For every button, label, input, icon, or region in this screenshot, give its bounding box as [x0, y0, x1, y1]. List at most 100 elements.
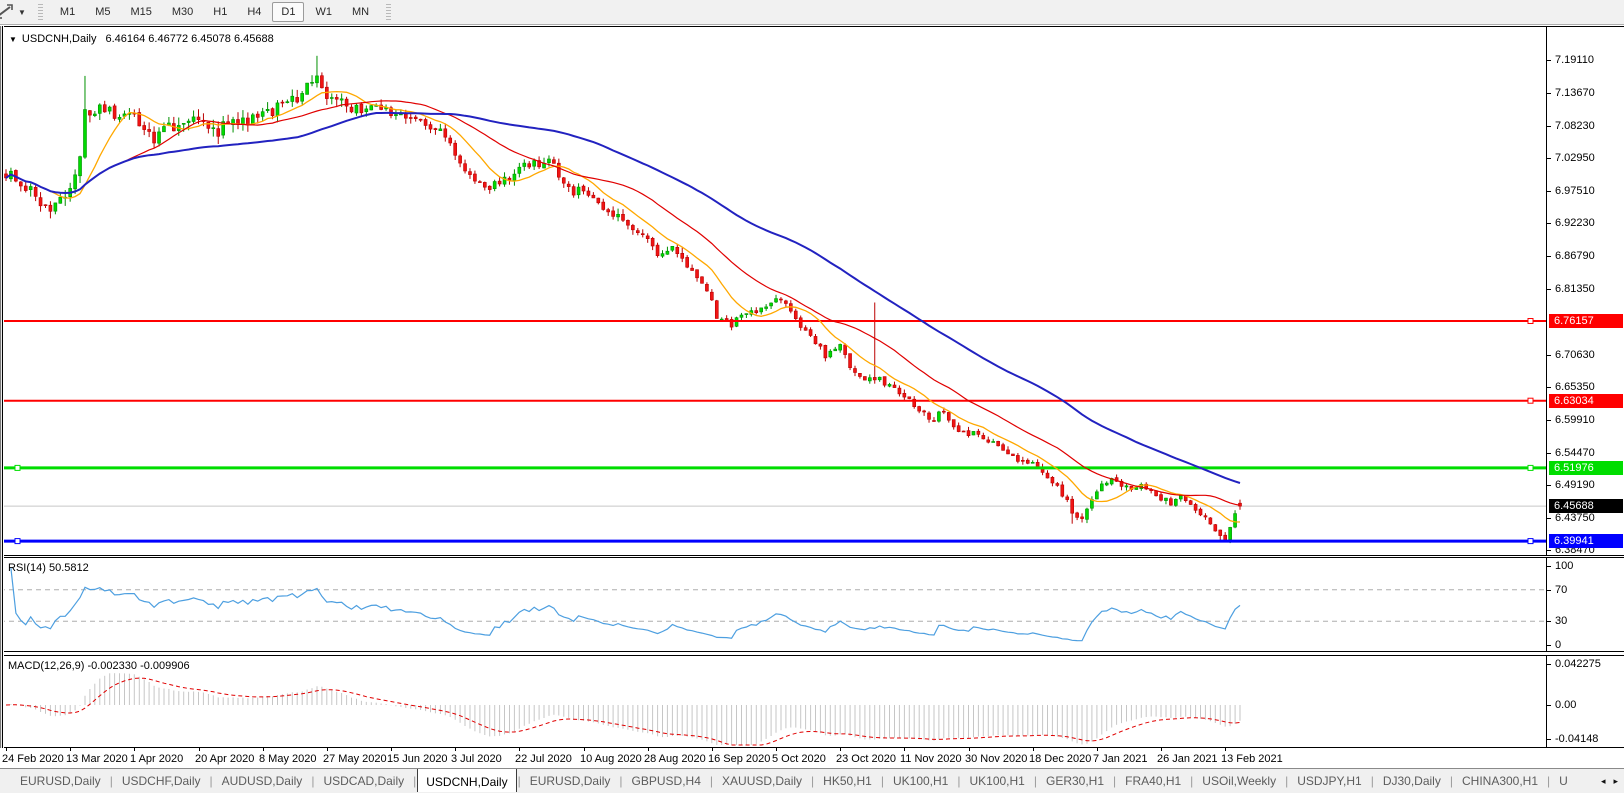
timeframe-button-w1[interactable]: W1	[306, 2, 341, 22]
tab-scroll-right-icon[interactable]: ▸	[1613, 776, 1618, 787]
price-tick-mark	[1547, 191, 1551, 192]
chart-tab-china300-h1[interactable]: CHINA300,H1	[1454, 769, 1546, 793]
chart-tab-usdcnh-daily[interactable]: USDCNH,Daily	[417, 769, 517, 792]
chart-tab-xauusd-daily[interactable]: XAUUSD,Daily	[714, 769, 810, 793]
time-tick-label: 28 Aug 2020	[644, 753, 706, 765]
price-tick-mark	[1547, 126, 1551, 127]
time-tick-mark	[199, 748, 200, 751]
chart-tab-u[interactable]: U	[1551, 769, 1576, 793]
time-tick-mark	[134, 748, 135, 751]
price-axis: 7.19110 7.13670 7.08230 7.02950 6.97510 6.922…	[1546, 27, 1624, 556]
chart-tab-ger30-h1[interactable]: GER30,H1	[1038, 769, 1112, 793]
time-tick-mark	[327, 748, 328, 751]
window-left-frame	[0, 26, 4, 748]
macd-tick-label: -0.04148	[1555, 733, 1599, 745]
time-tick-label: 30 Nov 2020	[965, 753, 1028, 765]
chart-tab-dj30-daily[interactable]: DJ30,Daily	[1375, 769, 1449, 793]
chart-tab-uk100-h1[interactable]: UK100,H1	[885, 769, 956, 793]
chart-symbol-label: USDCNH,Daily	[21, 33, 97, 45]
candlestick-canvas[interactable]	[0, 27, 1546, 555]
price-tick-label: 7.02950	[1555, 152, 1595, 164]
chart-tab-gbpusd-h4[interactable]: GBPUSD,H4	[624, 769, 709, 793]
time-tick-mark	[648, 748, 649, 751]
chart-tab-usdjpy-h1[interactable]: USDJPY,H1	[1289, 769, 1369, 793]
timeframe-button-m1[interactable]: M1	[51, 2, 84, 22]
macd-tick-label: 0.042275	[1555, 658, 1601, 670]
macd-canvas[interactable]	[0, 656, 1546, 747]
rsi-tick-mark	[1547, 645, 1551, 646]
level-price-badge: 6.76157	[1549, 314, 1623, 328]
price-tick-label: 6.43750	[1555, 512, 1595, 524]
chart-tool-icon[interactable]	[0, 3, 16, 21]
level-price-badge: 6.51976	[1549, 461, 1623, 475]
time-axis: 24 Feb 2020 13 Mar 2020 1 Apr 2020 20 Apr 2…	[0, 748, 1624, 768]
rsi-tick-label: 100	[1555, 560, 1574, 572]
time-tick-label: 26 Jan 2021	[1157, 753, 1218, 765]
chart-tab-audusd-daily[interactable]: AUDUSD,Daily	[214, 769, 311, 793]
price-tick-mark	[1547, 256, 1551, 257]
chart-dropdown-icon[interactable]: ▼	[9, 35, 17, 44]
timeframe-button-m5[interactable]: M5	[86, 2, 119, 22]
timeframe-button-m15[interactable]: M15	[121, 2, 160, 22]
time-tick-mark	[776, 748, 777, 751]
chart-tab-usdcad-daily[interactable]: USDCAD,Daily	[315, 769, 412, 793]
toolbar-grip-2	[386, 4, 392, 20]
price-tick-mark	[1547, 60, 1551, 61]
macd-tick-mark	[1547, 705, 1551, 706]
price-tick-mark	[1547, 223, 1551, 224]
time-tick-mark	[1225, 748, 1226, 751]
symbol-tabbar: EURUSD,Daily | USDCHF,Daily | AUDUSD,Daily | U…	[0, 768, 1624, 793]
timeframe-button-m30[interactable]: M30	[163, 2, 202, 22]
price-tick-mark	[1547, 355, 1551, 356]
timeframe-button-h1[interactable]: H1	[204, 2, 236, 22]
price-tick-mark	[1547, 93, 1551, 94]
rsi-tick-label: 30	[1555, 615, 1568, 627]
rsi-canvas[interactable]	[0, 558, 1546, 651]
time-tick-mark	[1033, 748, 1034, 751]
price-tick-mark	[1547, 420, 1551, 421]
main-chart-pane: ▼ USDCNH,Daily 6.46164 6.46772 6.45078 6.4…	[0, 26, 1624, 556]
price-tick-mark	[1547, 550, 1551, 551]
rsi-tick-mark	[1547, 621, 1551, 622]
chart-tab-eurusd-daily[interactable]: EURUSD,Daily	[522, 769, 619, 793]
tab-scroll-left-icon[interactable]: ◂	[1601, 776, 1606, 787]
timeframe-button-mn[interactable]: MN	[343, 2, 378, 22]
timeframe-button-h4[interactable]: H4	[238, 2, 270, 22]
timeframe-button-d1[interactable]: D1	[272, 2, 305, 22]
price-tick-mark	[1547, 387, 1551, 388]
timeframe-toolbar: ▼ M1 M5 M15 M30 H1 H4 D1 W1 MN	[0, 0, 1624, 25]
chart-tab-eurusd-daily[interactable]: EURUSD,Daily	[12, 769, 109, 793]
time-tick-label: 8 May 2020	[259, 753, 317, 765]
time-tick-mark	[6, 748, 7, 751]
time-tick-mark	[519, 748, 520, 751]
chart-tab-usdchf-daily[interactable]: USDCHF,Daily	[114, 769, 209, 793]
time-tick-label: 22 Jul 2020	[515, 753, 572, 765]
time-tick-label: 24 Feb 2020	[2, 753, 64, 765]
timeframe-buttons: M1 M5 M15 M30 H1 H4 D1 W1 MN	[50, 2, 379, 22]
time-tick-label: 3 Jul 2020	[451, 753, 502, 765]
chart-tab-usoil-weekly[interactable]: USOil,Weekly	[1194, 769, 1284, 793]
price-tick-label: 7.19110	[1555, 54, 1594, 66]
rsi-tick-label: 0	[1555, 639, 1562, 651]
chart-tab-hk50-h1[interactable]: HK50,H1	[815, 769, 880, 793]
level-price-badge: 6.39941	[1549, 534, 1623, 548]
chart-tab-uk100-h1[interactable]: UK100,H1	[961, 769, 1032, 793]
price-tick-label: 6.59910	[1555, 414, 1595, 426]
macd-pane: MACD(12,26,9) -0.002330 -0.009906 0.0422…	[0, 655, 1624, 748]
time-tick-mark	[391, 748, 392, 751]
price-tick-label: 6.81350	[1555, 283, 1595, 295]
time-tick-mark	[904, 748, 905, 751]
time-tick-mark	[1097, 748, 1098, 751]
time-tick-mark	[455, 748, 456, 751]
time-tick-mark	[70, 748, 71, 751]
chevron-down-icon[interactable]: ▼	[16, 8, 31, 17]
macd-indicator-label: MACD(12,26,9) -0.002330 -0.009906	[8, 660, 190, 672]
price-tick-mark	[1547, 289, 1551, 290]
time-tick-label: 11 Nov 2020	[900, 753, 962, 765]
time-tick-label: 5 Oct 2020	[772, 753, 826, 765]
time-tick-label: 20 Apr 2020	[195, 753, 255, 765]
price-tick-label: 6.86790	[1555, 250, 1595, 262]
tab-scroll-arrows: ◂ ▸	[1591, 776, 1624, 787]
chart-tab-fra40-h1[interactable]: FRA40,H1	[1117, 769, 1189, 793]
time-tick-mark	[840, 748, 841, 751]
